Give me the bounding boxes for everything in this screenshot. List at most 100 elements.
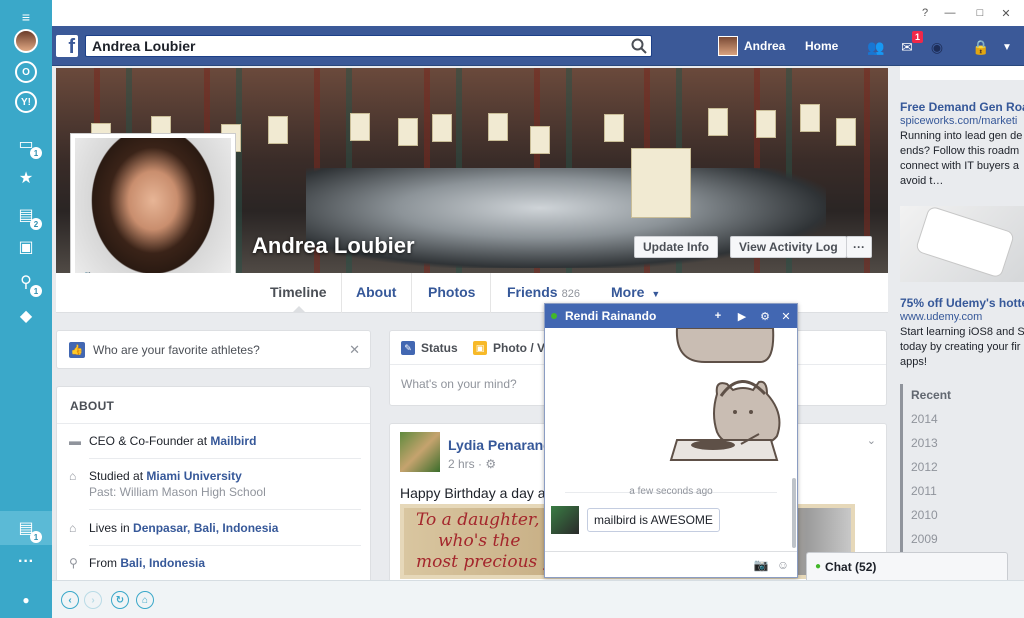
tab-divider: [341, 273, 342, 313]
photo-video-tab[interactable]: ▣ Photo / V: [473, 341, 545, 355]
privacy-shortcuts-icon[interactable]: 🔒: [972, 38, 990, 56]
scrollbar[interactable]: [792, 478, 796, 548]
account-avatar[interactable]: [14, 29, 38, 53]
decor-tag: [398, 118, 418, 146]
notifications-globe-icon[interactable]: ◉: [928, 38, 946, 56]
video-call-icon[interactable]: ▶: [735, 309, 749, 323]
unread-folder-icon[interactable]: ▤ 1: [14, 516, 42, 543]
tab-more-label: More: [611, 284, 645, 300]
inbox-icon[interactable]: ▭ 1: [14, 132, 42, 159]
close-chat-icon[interactable]: ✕: [779, 309, 793, 323]
starred-icon[interactable]: ★: [14, 166, 38, 190]
decor-tag: [432, 114, 452, 142]
chat-sidebar-toggle[interactable]: ● Chat (52): [806, 552, 1008, 580]
hamburger-menu-icon[interactable]: ≡: [14, 5, 38, 29]
tab-friends[interactable]: Friends 826: [507, 284, 580, 300]
forward-arrow-icon[interactable]: ›: [84, 591, 102, 609]
more-options-button[interactable]: ···: [846, 236, 872, 258]
chat-messages[interactable]: a few seconds ago mailbird is AWESOME: [545, 328, 797, 552]
profile-name[interactable]: Andrea Loubier: [252, 233, 415, 259]
year-item[interactable]: 2014: [903, 408, 951, 432]
contact-avatar[interactable]: [551, 506, 579, 534]
more-options-icon[interactable]: ···: [14, 550, 38, 574]
close-icon[interactable]: ✕: [349, 342, 360, 358]
tab-about[interactable]: About: [356, 284, 396, 300]
search-icon[interactable]: [630, 37, 648, 55]
ad-link[interactable]: www.udemy.com: [900, 311, 982, 323]
year-item[interactable]: Recent: [903, 384, 951, 408]
decor-tag: [708, 108, 728, 136]
profile-shortcut[interactable]: Andrea: [718, 36, 785, 56]
refresh-icon[interactable]: ↻: [111, 591, 129, 609]
chat-contact-name[interactable]: Rendi Rainando: [565, 309, 656, 323]
update-info-button[interactable]: Update Info: [634, 236, 718, 258]
ad-title[interactable]: Free Demand Gen Roa: [900, 100, 1024, 114]
past-school: Past: William Mason High School: [89, 485, 266, 499]
year-item[interactable]: 2010: [903, 504, 951, 528]
home-link[interactable]: Home: [805, 39, 838, 53]
decor-tag: [530, 126, 550, 154]
status-input[interactable]: What's on your mind?: [401, 377, 517, 391]
view-activity-log-button[interactable]: View Activity Log: [730, 236, 847, 258]
post-image-caption: To a daughter, who's the most precious g…: [416, 510, 559, 573]
year-item[interactable]: 2009: [903, 528, 951, 552]
post-author[interactable]: Lydia Penarand: [448, 437, 552, 453]
about-text: CEO & Co-Founder at: [89, 434, 211, 448]
question-text[interactable]: Who are your favorite athletes?: [93, 343, 260, 357]
home-icon[interactable]: ⌂: [136, 591, 154, 609]
pencil-icon: ✎: [401, 341, 415, 355]
divider: [57, 423, 370, 424]
tab-photos[interactable]: Photos: [428, 284, 475, 300]
ad-image[interactable]: [900, 205, 1024, 282]
ad-text: Start learning iOS8 and S today by creat…: [900, 326, 1024, 368]
post-options-chevron-icon[interactable]: ⌄: [867, 434, 876, 447]
contacts-search-icon[interactable]: ⚲ 1: [14, 270, 42, 297]
archive-icon[interactable]: ▣: [14, 235, 38, 259]
chat-window: Rendi Rainando + ▶ ⚙ ✕ a few seconds ago…: [544, 303, 798, 578]
account-menu-chevron-icon[interactable]: ▼: [998, 38, 1016, 56]
yahoo-account-icon[interactable]: Y!: [14, 90, 38, 114]
divider: [89, 545, 361, 546]
post-text: Happy Birthday a day ah: [400, 485, 554, 501]
year-item[interactable]: 2013: [903, 432, 951, 456]
status-tab[interactable]: ✎ Status: [401, 341, 458, 355]
current-city-link[interactable]: Denpasar, Bali, Indonesia: [133, 521, 278, 535]
status-dot-icon[interactable]: ●: [14, 588, 38, 612]
close-window-button[interactable]: ✕: [998, 5, 1014, 21]
minimize-button[interactable]: —: [942, 5, 958, 21]
emoji-icon[interactable]: ☺: [775, 557, 791, 573]
add-friend-icon[interactable]: +: [711, 309, 725, 323]
ad-title[interactable]: 75% off Udemy's hottes: [900, 296, 1024, 310]
camera-icon[interactable]: 📷: [753, 557, 769, 573]
gear-icon[interactable]: ⚙: [758, 309, 772, 323]
about-row-work: ▬ CEO & Co-Founder at Mailbird: [69, 434, 359, 448]
employer-link[interactable]: Mailbird: [210, 434, 256, 448]
friend-requests-icon[interactable]: 👥: [867, 38, 885, 56]
about-row-education: ⌂ Studied at Miami University Past: Will…: [69, 469, 359, 499]
dj-cat-sticker: [669, 380, 781, 461]
chat-input[interactable]: 📷 ☺: [545, 551, 797, 577]
year-item[interactable]: 2012: [903, 456, 951, 480]
tag-icon[interactable]: ◆: [14, 304, 38, 328]
facebook-logo-icon[interactable]: f: [56, 35, 78, 57]
post-author-avatar[interactable]: [400, 432, 440, 472]
help-button[interactable]: ?: [917, 5, 933, 21]
year-item[interactable]: 2011: [903, 480, 951, 504]
maximize-button[interactable]: □: [972, 5, 988, 21]
school-icon: ⌂: [69, 469, 77, 483]
decor-tag: [800, 104, 820, 132]
ad-image[interactable]: [900, 66, 1024, 80]
school-link[interactable]: Miami University: [146, 469, 241, 483]
post-time[interactable]: 2 hrs ·: [448, 457, 482, 471]
outlook-account-icon[interactable]: O: [14, 60, 38, 84]
hometown-link[interactable]: Bali, Indonesia: [120, 556, 205, 570]
documents-icon[interactable]: ▤ 2: [14, 203, 42, 230]
decor-tag: [604, 114, 624, 142]
tab-more[interactable]: More ▼: [611, 284, 660, 300]
back-arrow-icon[interactable]: ‹: [61, 591, 79, 609]
facebook-search-input[interactable]: Andrea Loubier: [85, 35, 652, 57]
chat-header[interactable]: Rendi Rainando + ▶ ⚙ ✕: [545, 304, 797, 328]
ad-link[interactable]: spiceworks.com/marketi: [900, 115, 1017, 127]
tab-timeline[interactable]: Timeline: [270, 284, 327, 300]
ad-text: Running into lead gen de ends? Follow th…: [900, 130, 1023, 187]
